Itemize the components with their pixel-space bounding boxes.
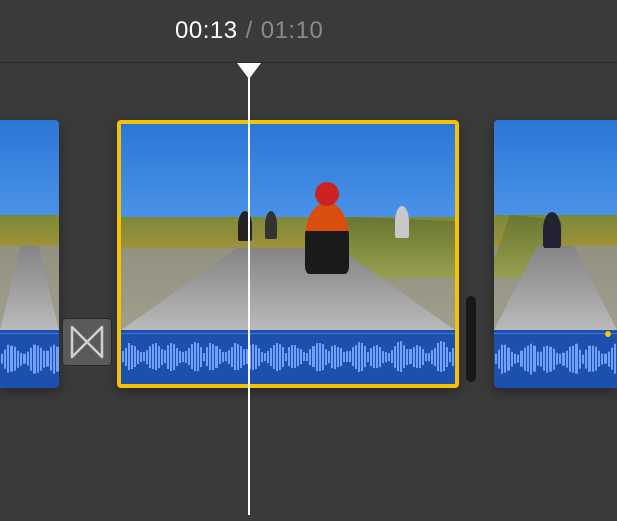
audio-keyframe-icon[interactable] — [605, 331, 611, 337]
timeline[interactable] — [0, 63, 617, 521]
timecode-separator: / — [246, 17, 253, 45]
clip-thumbnail — [121, 124, 455, 330]
timecode-bar: 00:13 / 01:10 — [0, 0, 617, 62]
clip-audio-waveform[interactable] — [0, 330, 59, 388]
editor-background: 00:13 / 01:10 — [0, 0, 617, 521]
clip-audio-waveform[interactable] — [121, 330, 455, 384]
clip-edge-trim-handle[interactable] — [466, 296, 476, 382]
clip-selected[interactable] — [117, 120, 459, 388]
timecode-total: 01:10 — [261, 17, 324, 45]
video-track[interactable] — [0, 120, 617, 440]
clip-audio-waveform[interactable] — [494, 330, 617, 388]
transition-icon[interactable] — [62, 318, 112, 366]
clip-thumbnail — [494, 120, 617, 330]
clip-previous[interactable] — [0, 120, 59, 388]
clip-next[interactable] — [494, 120, 617, 388]
timecode-current: 00:13 — [175, 17, 238, 45]
clip-thumbnail — [0, 120, 59, 330]
playhead-line[interactable] — [248, 77, 250, 515]
